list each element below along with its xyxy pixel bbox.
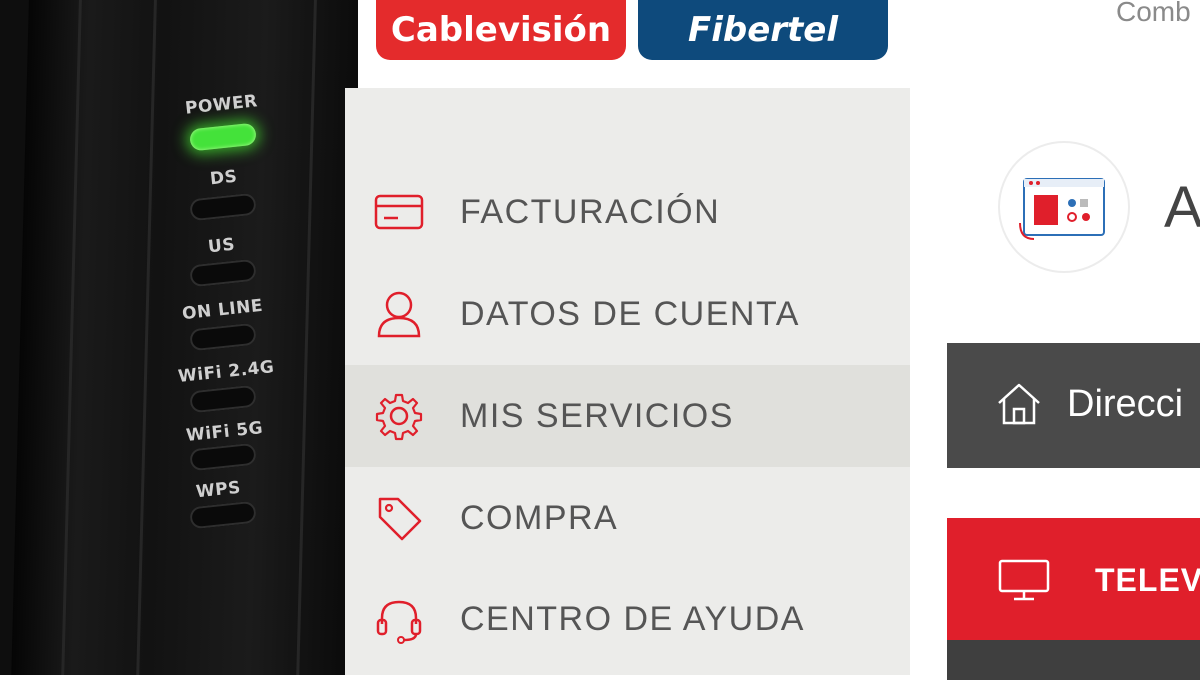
service-detail-strip <box>947 640 1200 680</box>
sidebar-item-label: DATOS DE CUENTA <box>460 294 800 333</box>
services-dashboard-icon <box>1019 178 1105 240</box>
gear-icon <box>373 390 425 442</box>
sidebar-item-label: MIS SERVICIOS <box>460 396 734 435</box>
combo-link[interactable]: Comb <box>1116 0 1191 28</box>
home-icon <box>995 381 1043 431</box>
main-content: A Direcci TELEV <box>910 88 1200 680</box>
sidebar-item-compra[interactable]: COMPRA <box>345 467 910 569</box>
sidebar-item-centro-de-ayuda[interactable]: CENTRO DE AYUDA <box>345 568 910 670</box>
services-illustration <box>998 141 1130 273</box>
sidebar-item-label: CENTRO DE AYUDA <box>460 599 805 638</box>
page-title: A <box>1164 175 1200 240</box>
credit-card-icon <box>373 186 425 238</box>
sidebar-item-label: FACTURACIÓN <box>460 192 721 231</box>
tag-icon <box>373 492 425 544</box>
address-bar[interactable]: Direcci <box>947 343 1200 468</box>
router-photo: POWER DS US ON LINE WiFi 2.4G WiFi 5G WP… <box>0 0 372 675</box>
header: Cablevisión Fibertel Comb <box>358 0 1200 89</box>
sidebar-item-datos-de-cuenta[interactable]: DATOS DE CUENTA <box>345 263 910 365</box>
sidebar-item-label: COMPRA <box>460 498 619 537</box>
cablevision-logo[interactable]: Cablevisión <box>376 0 626 60</box>
tv-service-label: TELEV <box>1095 562 1200 598</box>
headset-icon <box>373 593 425 645</box>
address-label: Direcci <box>1067 383 1184 425</box>
tv-service-tab[interactable]: TELEV <box>947 518 1200 640</box>
tv-icon <box>997 558 1051 606</box>
sidebar-item-mis-servicios[interactable]: MIS SERVICIOS <box>345 365 910 467</box>
led-label-us: US <box>207 234 237 258</box>
fibertel-logo[interactable]: Fibertel <box>638 0 888 60</box>
led-label-ds: DS <box>209 166 239 190</box>
sidebar: FACTURACIÓN DATOS DE CUENTA MIS SERVICIO… <box>345 88 910 675</box>
user-icon <box>373 288 425 340</box>
sidebar-item-facturacion[interactable]: FACTURACIÓN <box>345 161 910 263</box>
